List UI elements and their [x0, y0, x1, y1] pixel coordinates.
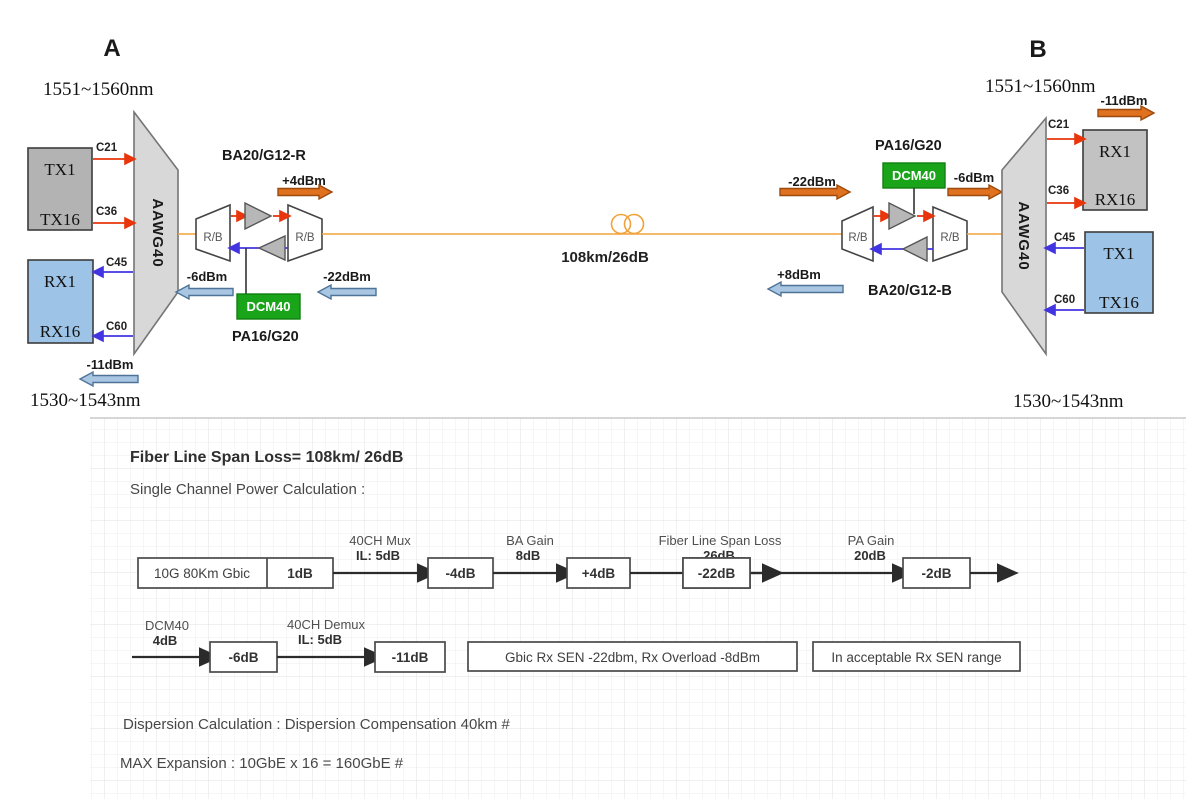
site-a-rx1-label: RX1	[44, 272, 76, 291]
site-a-rx-in-arrow	[318, 285, 376, 299]
calc-step-label: Fiber Line Span Loss	[659, 533, 782, 548]
site-a-c36-label: C36	[96, 206, 117, 218]
site-b-rx-to-mux-arrow	[948, 185, 1002, 199]
site-a-preamp-label: PA16/G20	[232, 329, 299, 345]
site-b-c60-label: C60	[1054, 294, 1075, 306]
calc-note2: In acceptable Rx SEN range	[831, 650, 1001, 665]
calc-step-value: 8dB	[516, 548, 541, 563]
site-b-preamp-label: PA16/G20	[875, 138, 942, 154]
calc-step-label: 40CH Mux	[349, 533, 411, 548]
site-a-rx-in-power-label: -22dBm	[323, 269, 371, 284]
site-a-label: A	[103, 35, 120, 62]
site-b-aawg40-label: AAWG40	[1015, 201, 1032, 270]
site-b-c36-label: C36	[1048, 185, 1069, 197]
site-b-dcm40-label: DCM40	[892, 168, 936, 183]
site-a-tx16-label: TX16	[40, 210, 80, 229]
site-b-c21-label: C21	[1048, 119, 1070, 131]
site-a-tx1-label: TX1	[44, 160, 75, 179]
site-a-c21-label: C21	[96, 142, 118, 154]
site-b-label: B	[1029, 36, 1046, 63]
site-b-top-band-label: 1551~1560nm	[985, 76, 1096, 97]
site-b-rx-in-power-label: -22dBm	[788, 174, 836, 189]
calc-expansion-line: MAX Expansion : 10GbE x 16 = 160GbE #	[120, 755, 404, 772]
calc-dispersion-line: Dispersion Calculation : Dispersion Comp…	[123, 716, 511, 733]
site-b-bottom-band-label: 1530~1543nm	[1013, 391, 1124, 412]
site-a-c45-label: C45	[106, 257, 128, 269]
calc-result: -2dB	[922, 566, 952, 581]
site-a-rx16-label: RX16	[40, 322, 81, 341]
calc-result: -6dB	[229, 650, 259, 665]
site-b-preamp-amp-icon	[889, 203, 915, 229]
calc-step-label: BA Gain	[506, 533, 554, 548]
calculation-panel	[90, 418, 1186, 799]
site-a-c60-label: C60	[106, 321, 127, 333]
site-b-tx-out-power-label: +8dBm	[777, 267, 821, 282]
calc-result: -11dB	[392, 650, 429, 665]
site-a-top-band-label: 1551~1560nm	[43, 79, 154, 100]
site-b-rx-to-mux-power-label: -6dBm	[954, 170, 994, 185]
site-a-booster-label: BA20/G12-R	[222, 148, 306, 164]
calc-step-label: DCM40	[145, 618, 189, 633]
calc-note1: Gbic Rx SEN -22dbm, Rx Overload -8dBm	[505, 650, 760, 665]
site-a-bottom-band-label: 1530~1543nm	[30, 390, 141, 411]
site-b-rb-left-label: R/B	[848, 232, 868, 244]
site-a-rx-to-mux-arrow	[176, 285, 233, 299]
panel-grid-major	[90, 418, 1186, 799]
fiber-coil-icon	[625, 215, 644, 234]
site-b-rx16-label: RX16	[1095, 190, 1136, 209]
calc-step-label: PA Gain	[848, 533, 895, 548]
site-a-preamp-amp-icon	[259, 236, 285, 260]
site-b-tx16-label: TX16	[1099, 293, 1139, 312]
calc-start-name: 10G 80Km Gbic	[154, 566, 250, 581]
site-a-rx-out-arrow	[80, 372, 138, 386]
calc-result: -4dB	[446, 566, 476, 581]
site-b-c45-label: C45	[1054, 232, 1076, 244]
site-a-booster-amp-icon	[245, 203, 271, 229]
site-a-aawg40-label: AAWG40	[149, 198, 166, 267]
calc-step-value: 4dB	[153, 633, 178, 648]
site-b-rx1-label: RX1	[1099, 142, 1131, 161]
site-b-booster-amp-icon	[903, 237, 927, 261]
calc-step-value: 20dB	[854, 548, 886, 563]
calc-step-value: IL: 5dB	[298, 632, 342, 647]
calc-result: -22dB	[698, 566, 736, 581]
site-b-rx-out-arrow	[1098, 106, 1154, 120]
site-a-rx-to-mux-power-label: -6dBm	[187, 269, 227, 284]
calc-step-value: IL: 5dB	[356, 548, 400, 563]
site-b-tx1-label: TX1	[1103, 244, 1134, 263]
site-a-rb-right-label: R/B	[295, 232, 315, 244]
calc-title: Fiber Line Span Loss= 108km/ 26dB	[130, 449, 403, 466]
calc-result: +4dB	[582, 566, 616, 581]
calc-start-value: 1dB	[287, 566, 313, 581]
site-b-booster-label: BA20/G12-B	[868, 283, 952, 299]
site-a-rx-out-power-label: -11dBm	[87, 357, 134, 372]
site-a-rb-left-label: R/B	[203, 232, 223, 244]
site-b-rb-right-label: R/B	[940, 232, 960, 244]
dwdm-link-diagram-page: A 1551~1560nm 1530~1543nm TX1 TX16 RX1 R…	[0, 0, 1200, 800]
diagram-canvas: A 1551~1560nm 1530~1543nm TX1 TX16 RX1 R…	[0, 0, 1200, 800]
calc-subtitle: Single Channel Power Calculation :	[130, 481, 365, 498]
calc-step-label: 40CH Demux	[287, 617, 366, 632]
site-a-dcm40-label: DCM40	[246, 299, 290, 314]
site-b-tx-out-arrow	[768, 282, 843, 296]
fiber-span-label: 108km/26dB	[561, 249, 649, 266]
